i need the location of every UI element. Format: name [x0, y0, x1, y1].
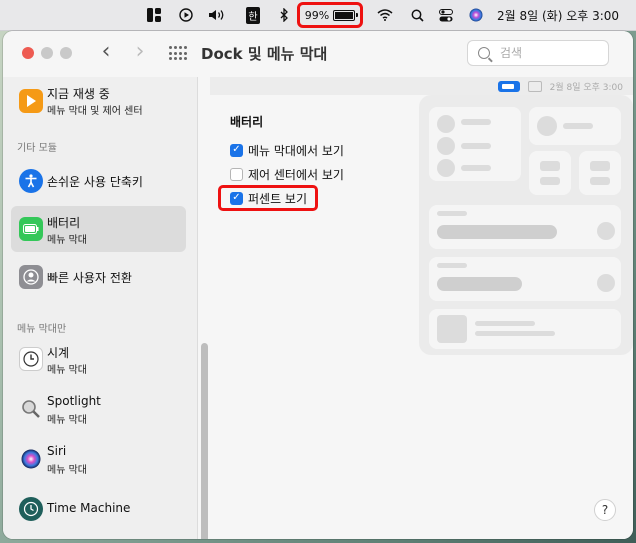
- title-bar: ‹ › Dock 및 메뉴 막대: [3, 31, 633, 77]
- sidebar-item-label: 지금 재생 중: [47, 87, 110, 101]
- sidebar-item-battery[interactable]: 배터리 메뉴 막대: [11, 206, 186, 252]
- preview-battery-icon: [497, 80, 520, 92]
- back-arrow-icon[interactable]: ‹: [96, 41, 116, 63]
- battery-icon: [19, 217, 43, 241]
- control-center-preview: [419, 95, 633, 355]
- close-button[interactable]: [22, 47, 34, 59]
- option-show-in-menubar[interactable]: ✓ 메뉴 막대에서 보기: [230, 141, 344, 159]
- window-title: Dock 및 메뉴 막대: [201, 45, 328, 63]
- accessibility-icon: [19, 169, 43, 193]
- checkbox-checked[interactable]: ✓: [230, 143, 243, 157]
- bluetooth-icon[interactable]: [276, 0, 292, 30]
- input-method-icon[interactable]: 한: [244, 0, 262, 30]
- sidebar-item-spotlight[interactable]: Spotlight 메뉴 막대: [11, 386, 186, 432]
- volume-icon[interactable]: [207, 0, 229, 30]
- preview-card: [529, 107, 621, 145]
- play-icon[interactable]: [177, 0, 195, 30]
- show-all-grid-icon[interactable]: [169, 46, 187, 61]
- highlight-annotation: [218, 185, 318, 211]
- sidebar-item-sub: 메뉴 막대: [47, 465, 87, 476]
- search-icon: [478, 47, 490, 59]
- preview-control-icon: [527, 80, 542, 92]
- sidebar-scrollbar[interactable]: [201, 343, 208, 539]
- sidebar-item-label: Time Machine: [47, 501, 131, 515]
- control-center-icon[interactable]: [436, 0, 456, 30]
- user-icon: [19, 265, 43, 289]
- battery-menu-item[interactable]: 99%: [297, 2, 363, 28]
- forward-arrow-icon[interactable]: ›: [130, 41, 150, 63]
- battery-settings-pane: 2월 8일 오후 3:00 배터리 ✓ 메뉴 막대에서 보기 제어 센터에서 보…: [210, 77, 633, 539]
- preview-slider-card: [429, 205, 621, 249]
- section-other-modules: 기타 모듈: [17, 143, 57, 154]
- sidebar-item-label: Spotlight: [47, 394, 101, 408]
- settings-window: ‹ › Dock 및 메뉴 막대 지금 재생 중 메뉴 막대 및 제어 센터 기…: [3, 31, 633, 539]
- option-show-in-control-center[interactable]: 제어 센터에서 보기: [230, 165, 344, 183]
- menubar-preview: 2월 8일 오후 3:00: [210, 77, 633, 95]
- wifi-icon[interactable]: [375, 0, 395, 30]
- help-button[interactable]: ?: [594, 499, 616, 521]
- preview-card: [579, 151, 621, 195]
- battery-percent-text: 99%: [304, 8, 330, 22]
- preview-slider-card: [429, 257, 621, 301]
- spotlight-search-icon[interactable]: [408, 0, 426, 30]
- sidebar-item-label: 배터리: [47, 216, 81, 230]
- zoom-button[interactable]: [60, 47, 72, 59]
- time-machine-icon: [19, 497, 43, 521]
- input-method-label: 한: [246, 6, 260, 24]
- preview-card: [429, 107, 521, 181]
- siri-icon: [19, 447, 43, 471]
- sidebar: 지금 재생 중 메뉴 막대 및 제어 센터 기타 모듈 손쉬운 사용 단축키 배…: [3, 77, 198, 539]
- checkbox-unchecked[interactable]: [230, 167, 243, 181]
- sidebar-item-sub: 메뉴 막대: [47, 235, 87, 246]
- sidebar-item-label: Siri: [47, 444, 67, 458]
- battery-icon: [333, 9, 359, 21]
- section-menubar-only: 메뉴 막대만: [17, 324, 67, 335]
- preview-datetime: 2월 8일 오후 3:00: [549, 82, 623, 93]
- sidebar-item-clock[interactable]: 시계 메뉴 막대: [11, 336, 186, 382]
- sidebar-item-label: 손쉬운 사용 단축키: [47, 175, 143, 189]
- search-field[interactable]: [467, 40, 609, 66]
- sidebar-item-sub: 메뉴 막대: [47, 365, 87, 376]
- menubar-clock[interactable]: 2월 8일 (화) 오후 3:00: [497, 0, 623, 30]
- sidebar-item-sub: 메뉴 막대: [47, 415, 87, 426]
- minimize-button[interactable]: [41, 47, 53, 59]
- siri-icon[interactable]: [467, 0, 485, 30]
- sidebar-item-sub: 메뉴 막대 및 제어 센터: [47, 106, 143, 117]
- spotlight-icon: [19, 397, 43, 421]
- sidebar-item-label: 빠른 사용자 전환: [47, 271, 132, 285]
- clock-icon: [19, 347, 43, 371]
- sidebar-item-label: 시계: [47, 346, 70, 360]
- sidebar-item-now-playing[interactable]: 지금 재생 중 메뉴 막대 및 제어 센터: [11, 77, 186, 123]
- search-input[interactable]: [498, 45, 602, 61]
- sidebar-item-siri[interactable]: Siri 메뉴 막대: [11, 436, 186, 482]
- section-title: 배터리: [230, 115, 264, 129]
- sidebar-item-fast-user-switching[interactable]: 빠른 사용자 전환: [11, 254, 186, 300]
- option-label: 제어 센터에서 보기: [248, 167, 344, 182]
- preview-card: [529, 151, 571, 195]
- sidebar-item-time-machine[interactable]: Time Machine: [11, 486, 186, 532]
- menu-bar: 한 99% 2월 8일 (화) 오후 3:00: [0, 0, 636, 31]
- layout-icon[interactable]: [145, 0, 163, 30]
- now-playing-icon: [19, 89, 43, 113]
- sidebar-item-accessibility[interactable]: 손쉬운 사용 단축키: [11, 158, 186, 204]
- option-label: 메뉴 막대에서 보기: [248, 143, 344, 158]
- preview-card: [429, 309, 621, 349]
